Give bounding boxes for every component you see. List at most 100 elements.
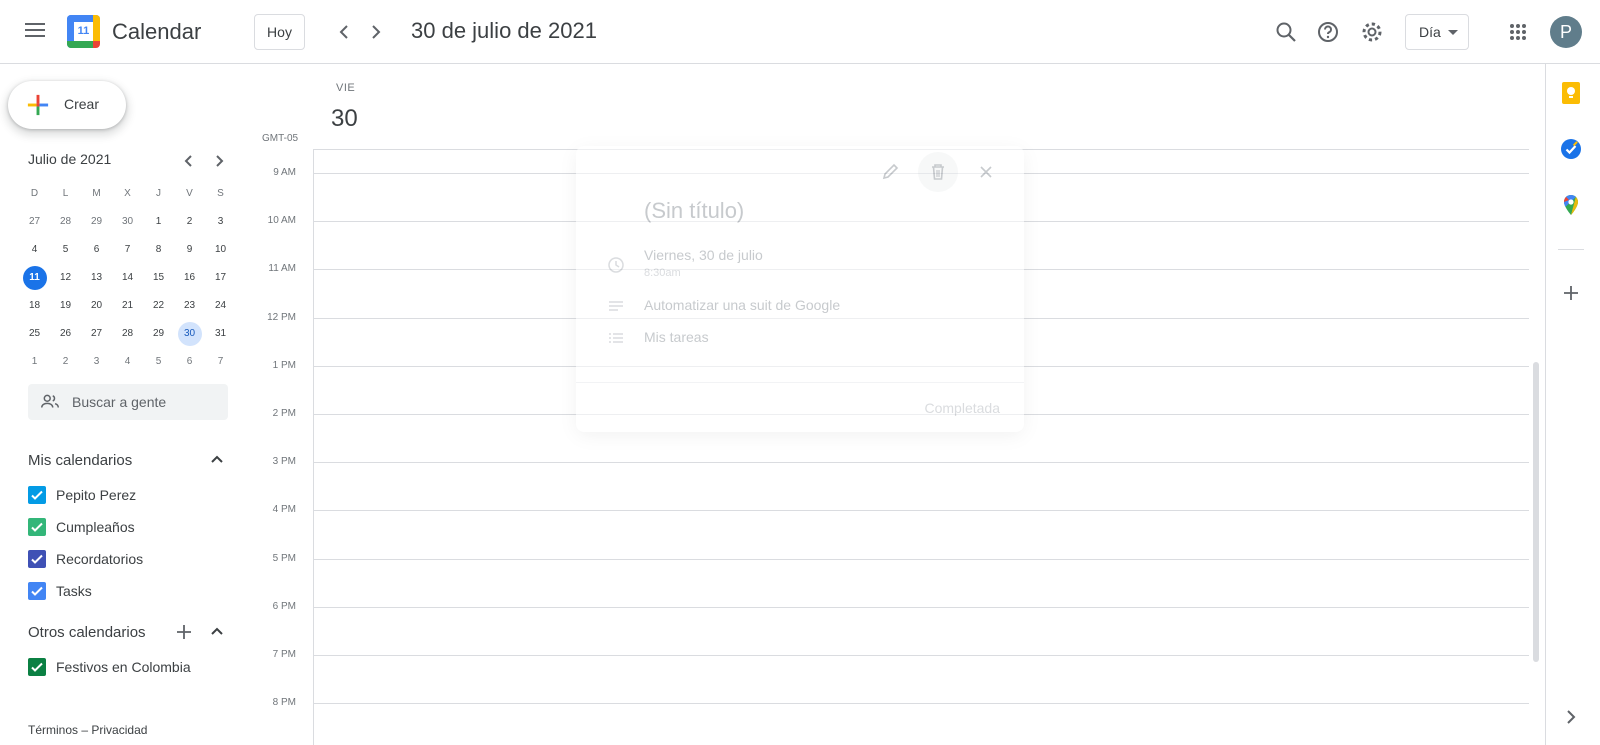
mini-calendar-day[interactable]: 2 bbox=[178, 210, 202, 234]
mini-calendar-grid: D L M X J V S 27 28 29 30 1 2 3 4 5 6 7 8 9 10 11 12 13 14 15 16 17… bbox=[19, 180, 236, 376]
hour-gridline[interactable] bbox=[313, 462, 1529, 463]
add-icon[interactable] bbox=[1558, 280, 1584, 306]
mini-calendar-day[interactable]: 2 bbox=[54, 350, 78, 374]
mini-calendar-day-cell: 27 bbox=[19, 208, 50, 236]
apps-button[interactable] bbox=[1498, 12, 1538, 52]
mini-calendar-day[interactable]: 3 bbox=[85, 350, 109, 374]
mini-calendar-day[interactable]: 17 bbox=[209, 266, 233, 290]
mini-calendar-day[interactable]: 26 bbox=[54, 322, 78, 346]
previous-period-button[interactable] bbox=[332, 20, 356, 44]
mini-calendar-day[interactable]: 25 bbox=[23, 322, 47, 346]
mini-calendar-day[interactable]: 30 bbox=[116, 210, 140, 234]
event-date: Viernes, 30 de julio bbox=[644, 247, 763, 263]
mini-calendar-day[interactable]: 27 bbox=[23, 210, 47, 234]
mini-calendar-day[interactable]: 1 bbox=[147, 210, 171, 234]
my-calendars-collapse-button[interactable] bbox=[205, 448, 229, 472]
today-button[interactable]: Hoy bbox=[254, 14, 305, 50]
mini-calendar-day[interactable]: 6 bbox=[178, 350, 202, 374]
mini-calendar-day[interactable]: 27 bbox=[85, 322, 109, 346]
mini-calendar-day[interactable]: 6 bbox=[85, 238, 109, 262]
my-calendars-title[interactable]: Mis calendarios bbox=[28, 452, 132, 469]
hour-label: 8 PM bbox=[272, 697, 296, 708]
side-panel-divider bbox=[1558, 249, 1584, 250]
delete-event-button[interactable] bbox=[918, 152, 958, 192]
hour-gridline[interactable] bbox=[313, 703, 1529, 704]
day-number[interactable]: 30 bbox=[331, 105, 358, 133]
mini-calendar-day[interactable]: 7 bbox=[116, 238, 140, 262]
keep-icon[interactable] bbox=[1558, 80, 1584, 106]
hour-label: 12 PM bbox=[267, 312, 296, 323]
calendar-checkbox[interactable] bbox=[28, 582, 46, 600]
mini-calendar-selected-day[interactable]: 30 bbox=[177, 322, 202, 346]
hour-gridline[interactable] bbox=[313, 655, 1529, 656]
mini-calendar-day[interactable]: 5 bbox=[147, 350, 171, 374]
mini-calendar-day[interactable]: 18 bbox=[23, 294, 47, 318]
app-title[interactable]: Calendar bbox=[112, 19, 201, 45]
calendar-label: Tasks bbox=[56, 583, 92, 599]
mini-calendar-day[interactable]: 24 bbox=[209, 294, 233, 318]
mini-calendar-day[interactable]: 13 bbox=[85, 266, 109, 290]
hour-gridline[interactable] bbox=[313, 510, 1529, 511]
view-selector[interactable]: Día bbox=[1405, 14, 1469, 50]
settings-button[interactable] bbox=[1352, 12, 1392, 52]
terms-link[interactable]: Términos bbox=[28, 723, 78, 737]
mini-calendar-day[interactable]: 15 bbox=[147, 266, 171, 290]
mini-calendar-day[interactable]: 29 bbox=[85, 210, 109, 234]
mini-calendar-day-cell: 25 bbox=[19, 320, 50, 348]
mini-calendar-day[interactable]: 28 bbox=[54, 210, 78, 234]
mini-calendar-day[interactable]: 31 bbox=[209, 322, 233, 346]
search-people-input[interactable]: Buscar a gente bbox=[28, 384, 228, 420]
mini-calendar-day[interactable]: 16 bbox=[178, 266, 202, 290]
mini-calendar-day-cell: 21 bbox=[112, 292, 143, 320]
maps-icon[interactable] bbox=[1558, 192, 1584, 218]
account-avatar[interactable]: P bbox=[1550, 16, 1582, 48]
checkmark-icon bbox=[31, 554, 43, 564]
mini-calendar-day[interactable]: 20 bbox=[85, 294, 109, 318]
calendar-checkbox[interactable] bbox=[28, 658, 46, 676]
mini-calendar-day[interactable]: 28 bbox=[116, 322, 140, 346]
calendar-checkbox[interactable] bbox=[28, 486, 46, 504]
calendar-checkbox[interactable] bbox=[28, 518, 46, 536]
menu-icon[interactable] bbox=[23, 20, 47, 44]
mini-calendar-day[interactable]: 8 bbox=[147, 238, 171, 262]
tasks-icon[interactable] bbox=[1558, 136, 1584, 162]
mini-calendar-day[interactable]: 9 bbox=[178, 238, 202, 262]
help-button[interactable] bbox=[1308, 12, 1348, 52]
mini-calendar-day[interactable]: 10 bbox=[209, 238, 233, 262]
mini-calendar-day[interactable]: 12 bbox=[54, 266, 78, 290]
calendar-checkbox[interactable] bbox=[28, 550, 46, 568]
mini-calendar-prev-button[interactable] bbox=[177, 149, 201, 173]
other-calendars-title[interactable]: Otros calendarios bbox=[28, 624, 146, 641]
mini-calendar-day[interactable]: 14 bbox=[116, 266, 140, 290]
mini-calendar-day[interactable]: 3 bbox=[209, 210, 233, 234]
mini-calendar-next-button[interactable] bbox=[207, 149, 231, 173]
other-calendars-collapse-button[interactable] bbox=[205, 620, 229, 644]
mini-calendar-day[interactable]: 1 bbox=[23, 350, 47, 374]
scrollbar[interactable] bbox=[1533, 362, 1539, 662]
mini-calendar-day[interactable]: 21 bbox=[116, 294, 140, 318]
mini-calendar-today[interactable]: 11 bbox=[22, 266, 47, 290]
mini-calendar-day[interactable]: 29 bbox=[147, 322, 171, 346]
mark-completed-button[interactable]: Completada bbox=[925, 400, 1001, 416]
help-icon bbox=[1318, 22, 1338, 42]
hour-label: 7 PM bbox=[272, 649, 296, 660]
search-button[interactable] bbox=[1266, 12, 1306, 52]
edit-event-button[interactable] bbox=[870, 152, 910, 192]
calendar-logo-icon[interactable]: 11 bbox=[67, 15, 100, 48]
create-button[interactable]: Crear bbox=[8, 81, 126, 129]
mini-calendar-day[interactable]: 23 bbox=[178, 294, 202, 318]
mini-calendar-day[interactable]: 4 bbox=[23, 238, 47, 262]
mini-calendar-day[interactable]: 4 bbox=[116, 350, 140, 374]
hour-gridline[interactable] bbox=[313, 607, 1529, 608]
close-card-button[interactable] bbox=[966, 152, 1006, 192]
privacy-link[interactable]: Privacidad bbox=[91, 723, 147, 737]
add-other-calendar-button[interactable] bbox=[172, 620, 196, 644]
mini-calendar-day[interactable]: 5 bbox=[54, 238, 78, 262]
hour-gridline[interactable] bbox=[313, 559, 1529, 560]
mini-calendar-day[interactable]: 7 bbox=[209, 350, 233, 374]
mini-calendar-day-cell: 29 bbox=[143, 320, 174, 348]
mini-calendar-day[interactable]: 19 bbox=[54, 294, 78, 318]
expand-icon[interactable] bbox=[1558, 704, 1584, 730]
mini-calendar-day[interactable]: 22 bbox=[147, 294, 171, 318]
next-period-button[interactable] bbox=[364, 20, 388, 44]
